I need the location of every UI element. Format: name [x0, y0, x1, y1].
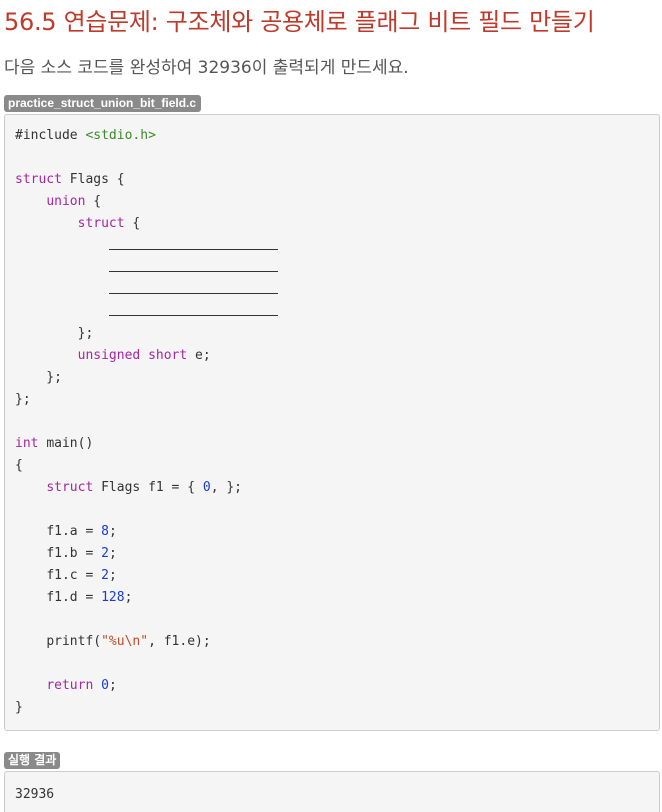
code-main-signature: main()	[46, 436, 94, 451]
code-line-17: struct Flags f1 = { 0, };	[46, 480, 243, 495]
code-line-16: {	[15, 458, 23, 473]
code-assign-b-lhs: f1.b	[46, 546, 78, 561]
code-assign-d-lhs: f1.d	[46, 590, 78, 605]
code-keyword-return: return	[46, 678, 94, 693]
code-line-20: f1.b = 2;	[46, 546, 117, 561]
code-line-9	[15, 301, 649, 323]
problem-description: 다음 소스 코드를 완성하여 32936이 출력되게 만드세요.	[4, 58, 409, 78]
fill-in-blank-4[interactable]	[108, 301, 278, 316]
code-include-directive: #include	[15, 128, 78, 143]
code-keyword-struct: struct	[15, 172, 62, 187]
code-type-name-decl: Flags	[101, 480, 141, 495]
code-assign-a-lhs: f1.a	[46, 524, 78, 539]
code-line-15: int main()	[15, 433, 649, 455]
fill-in-blank-3[interactable]	[108, 279, 278, 294]
code-line-22: f1.d = 128;	[46, 590, 133, 605]
code-line-24: printf("%u\n", f1.e);	[46, 634, 211, 649]
page: 56.5 연습문제: 구조체와 공용체로 플래그 비트 필드 만들기 다음 소스…	[0, 0, 662, 812]
code-keyword-struct-decl: struct	[46, 480, 94, 495]
code-line-12: };	[15, 370, 62, 385]
code-line-21: f1.c = 2;	[46, 568, 117, 583]
fill-in-blank-1[interactable]	[108, 235, 278, 250]
page-title: 56.5 연습문제: 구조체와 공용체로 플래그 비트 필드 만들기	[4, 8, 595, 36]
code-include-header: <stdio.h>	[85, 128, 156, 143]
code-keyword-union: union	[46, 194, 86, 209]
code-line-4: union {	[46, 194, 102, 209]
code-line-8	[15, 279, 649, 301]
code-assign-a-value: 8	[101, 524, 109, 539]
code-line-3: struct Flags {	[15, 172, 125, 187]
code-line-13: };	[15, 392, 31, 407]
code-var-f1: f1	[148, 480, 164, 495]
code-line-10: };	[15, 326, 94, 341]
code-printf-arg: f1.e	[163, 634, 196, 649]
code-assign-b-value: 2	[101, 546, 109, 561]
code-line-11: unsigned short e;	[77, 348, 211, 363]
code-assign-c-value: 2	[101, 568, 109, 583]
code-line-27: }	[15, 700, 23, 715]
result-output-block: 32936	[4, 771, 660, 812]
code-printf-call: printf	[46, 634, 94, 649]
code-member-e: e	[195, 348, 203, 363]
code-block: #include <stdio.h> struct Flags { union …	[4, 114, 660, 731]
code-keyword-unsigned: unsigned	[77, 348, 141, 363]
code-assign-d-value: 128	[101, 590, 125, 605]
code-printf-format: "%u\n"	[101, 634, 149, 649]
result-output-text: 32936	[15, 787, 55, 802]
code-line-6	[15, 235, 649, 257]
result-label-badge: 실행 결과	[4, 752, 61, 769]
file-name-badge: practice_struct_union_bit_field.c	[4, 95, 202, 112]
code-line-19: f1.a = 8;	[46, 524, 117, 539]
code-return-value: 0	[101, 678, 109, 693]
fill-in-blank-2[interactable]	[108, 257, 278, 272]
code-line-1: #include <stdio.h>	[15, 125, 649, 147]
code-assign-c-lhs: f1.c	[46, 568, 78, 583]
code-type-name: Flags	[69, 172, 109, 187]
code-keyword-int: int	[15, 436, 39, 451]
code-line-7	[15, 257, 649, 279]
code-keyword-struct-inner: struct	[77, 216, 125, 231]
code-init-zero: 0	[202, 480, 211, 495]
code-line-5: struct {	[77, 216, 141, 231]
code-line-26: return 0;	[46, 678, 117, 693]
code-keyword-short: short	[148, 348, 188, 363]
